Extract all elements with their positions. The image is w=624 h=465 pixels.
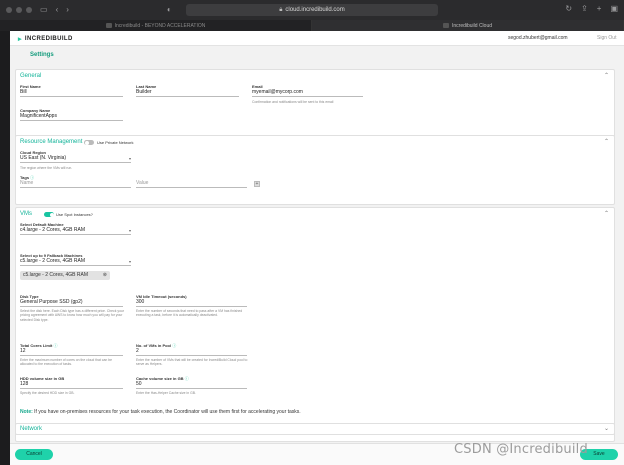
app-header: ▸ INCREDIBUILD segod.zhubert@gmail.com S… [10,31,624,46]
chevron-down-icon: ▾ [128,259,131,264]
disk-type-select[interactable]: General Purpose SSD (gp2) [20,299,123,307]
cores-limit-field[interactable]: 12 [20,348,123,356]
hdd-size-hint: Specify the desired HDD size in GB. [20,391,75,395]
lock-icon: 🔒︎ [279,6,283,13]
email-hint: Confirmation and notifications will be s… [252,100,334,104]
cloud-region-hint: The region where the VMs will run. [20,166,73,170]
idle-timeout-hint: Enter the number of seconds that need to… [136,309,243,318]
disk-type-hint: Select the disk here. Each Disk type has… [20,309,124,322]
browser-chrome: ▭ ‹ › ◐ 🔒︎ cloud.incredibuild.com ↻ ⇪ + … [0,0,624,31]
expand-chevron-icon[interactable]: ⌄ [604,425,609,432]
company-field[interactable]: MagnificentApps [20,113,123,121]
fallback-machine-value: c5.large - 2 Cores, 4GB RAM [20,258,86,264]
tab-incredibuild-site[interactable]: Incredibuild - BEYOND ACCELERATION [0,20,312,31]
incredibuild-logo[interactable]: ▸ INCREDIBUILD [18,35,73,43]
collapse-chevron-icon[interactable]: ⌃ [604,72,609,79]
browser-tabs: Incredibuild - BEYOND ACCELERATION Incre… [0,20,624,31]
cancel-button[interactable]: Cancel [15,449,53,460]
coordinator-note: Note: If you have on-premises resources … [20,409,301,415]
browser-actions: ↻ ⇪ + ▣ [565,4,618,13]
private-network-toggle[interactable] [84,140,94,145]
chevron-down-icon: ▾ [128,228,131,233]
favicon-icon [442,23,449,28]
hdd-size-field[interactable]: 128 [20,381,123,389]
tag-value-input[interactable]: Value [136,180,247,188]
vms-section: VMs Use Spot Instances? ⌃ Select Default… [15,207,615,442]
maximize-window-button[interactable] [26,7,32,13]
forward-arrow-icon[interactable]: › [66,6,69,14]
private-network-label: Use Private Network [97,140,134,145]
user-email: segod.zhubert@gmail.com [508,35,568,41]
fallback-machines-select[interactable]: c5.large - 2 Cores, 4GB RAM ▾ [20,258,131,266]
address-bar-url: cloud.incredibuild.com [285,7,345,13]
window-controls [6,7,32,13]
cloud-region-value: US East (N. Virginia) [20,155,67,161]
tab-incredibuild-cloud[interactable]: Incredibuild Cloud [312,20,624,31]
address-bar[interactable]: 🔒︎ cloud.incredibuild.com [186,4,438,16]
reload-icon[interactable]: ↻ [565,4,572,13]
cache-size-hint: Enter the Has-Helper Cache size in GB. [136,391,196,395]
idle-timeout-field[interactable]: 300 [136,299,247,307]
fallback-chip-label: c5.large - 2 Cores, 4GB RAM [23,272,89,278]
section-title-vms[interactable]: VMs [20,211,32,217]
favicon-icon [105,23,112,28]
new-tab-icon[interactable]: + [597,4,602,13]
remove-chip-icon[interactable]: ⊗ [103,271,107,280]
network-section: Network ⌄ [15,423,615,435]
chevron-down-icon: ▾ [128,156,131,161]
cache-size-field[interactable]: 50 [136,381,247,389]
csdn-watermark: CSDN @Incredibuild [454,442,588,457]
section-title-resource-management[interactable]: Resource Management [20,139,82,145]
collapse-chevron-icon[interactable]: ⌃ [604,210,609,217]
tag-name-input[interactable]: Name [20,180,131,188]
tab-label: Incredibuild Cloud [451,22,493,29]
note-text: If you have on-premises resources for yo… [32,409,301,415]
sidebar-toggle-icon[interactable]: ▭ [40,6,48,14]
email-field[interactable]: myemail@mycorp.com [252,89,363,97]
close-window-button[interactable] [6,7,12,13]
note-prefix: Note: [20,409,33,415]
last-name-field[interactable]: Builder [136,89,239,97]
vms-in-pool-field[interactable]: 2 [136,348,247,356]
default-machine-value: c4.large - 2 Cores, 4GB RAM [20,227,86,233]
tab-overview-icon[interactable]: ▣ [610,4,618,13]
share-icon[interactable]: ⇪ [581,4,588,13]
section-title-network[interactable]: Network [20,426,42,432]
browser-toolbar: ▭ ‹ › ◐ 🔒︎ cloud.incredibuild.com ↻ ⇪ + … [0,0,624,20]
cloud-region-select[interactable]: US East (N. Virginia) ▾ [20,155,131,163]
default-machine-select[interactable]: c4.large - 2 Cores, 4GB RAM ▾ [20,227,131,235]
vms-in-pool-hint: Enter the number of VMs that will be cre… [136,358,248,367]
first-name-field[interactable]: Bill [20,89,123,97]
add-tag-icon[interactable]: + [254,181,260,187]
sign-out-link[interactable]: Sign Out [597,35,616,41]
spot-instances-toggle[interactable] [44,212,54,217]
cores-limit-hint: Enter the maximum number of cores on the… [20,358,112,367]
privacy-shield-icon[interactable]: ◐ [167,6,172,14]
settings-page: ▸ INCREDIBUILD segod.zhubert@gmail.com S… [10,31,624,465]
section-title-general[interactable]: General [20,73,41,79]
fallback-machine-chip: c5.large - 2 Cores, 4GB RAM ⊗ [20,271,110,280]
back-arrow-icon[interactable]: ‹ [56,6,59,14]
tab-label: Incredibuild - BEYOND ACCELERATION [114,22,206,29]
collapse-chevron-icon[interactable]: ⌃ [604,138,609,145]
logo-text: INCREDIBUILD [24,36,73,42]
disk-type-value: General Purpose SSD (gp2) [20,299,83,305]
spot-instances-label: Use Spot Instances? [56,212,93,217]
page-title: Settings [30,52,54,58]
resource-management-section: Resource Management Use Private Network … [15,135,615,205]
minimize-window-button[interactable] [16,7,22,13]
logo-mark-icon: ▸ [18,36,22,43]
